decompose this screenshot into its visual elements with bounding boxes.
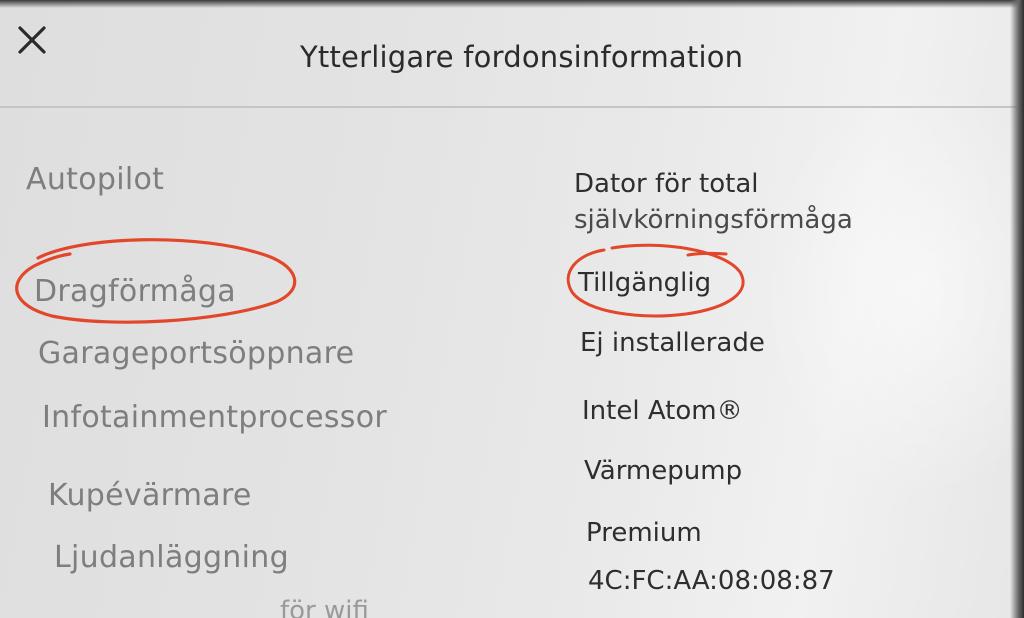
value-towing: Tillgänglig: [578, 268, 712, 298]
value-autopilot-line-1: Dator för total: [574, 169, 759, 199]
vehicle-info-screen: Ytterligare fordonsinformation Autopilot…: [0, 0, 1024, 618]
annotation-layer: [15, 238, 745, 324]
label-wifi-partial: för wifi: [280, 596, 369, 618]
value-wifi-mac: 4C:FC:AA:08:08:87: [588, 566, 835, 596]
label-autopilot: Autopilot: [26, 162, 165, 197]
screen-glare: [760, 80, 1024, 500]
annotation-stroke: [686, 251, 728, 257]
bezel-right: [1010, 0, 1024, 618]
value-autopilot: Dator för total självkörningsförmåga: [574, 166, 894, 238]
close-icon: [18, 26, 46, 54]
label-towing: Dragförmåga: [34, 274, 236, 309]
label-sound-system: Ljudanläggning: [54, 540, 289, 575]
value-sound-system: Premium: [586, 518, 702, 548]
label-cabin-heater: Kupévärmare: [48, 478, 252, 513]
value-garage-door-opener: Ej installerade: [580, 328, 765, 358]
value-infotainment-processor: Intel Atom®: [582, 396, 743, 426]
value-cabin-heater: Värmepump: [584, 456, 743, 486]
label-garage-door-opener: Garageportsöppnare: [38, 336, 355, 371]
bezel-top: [0, 0, 1024, 8]
close-button[interactable]: [14, 22, 50, 58]
label-infotainment-processor: Infotainmentprocessor: [42, 400, 388, 435]
value-autopilot-line-2: självkörningsförmåga: [574, 205, 853, 235]
page-title: Ytterligare fordonsinformation: [300, 40, 744, 74]
header-divider: [0, 106, 1024, 108]
